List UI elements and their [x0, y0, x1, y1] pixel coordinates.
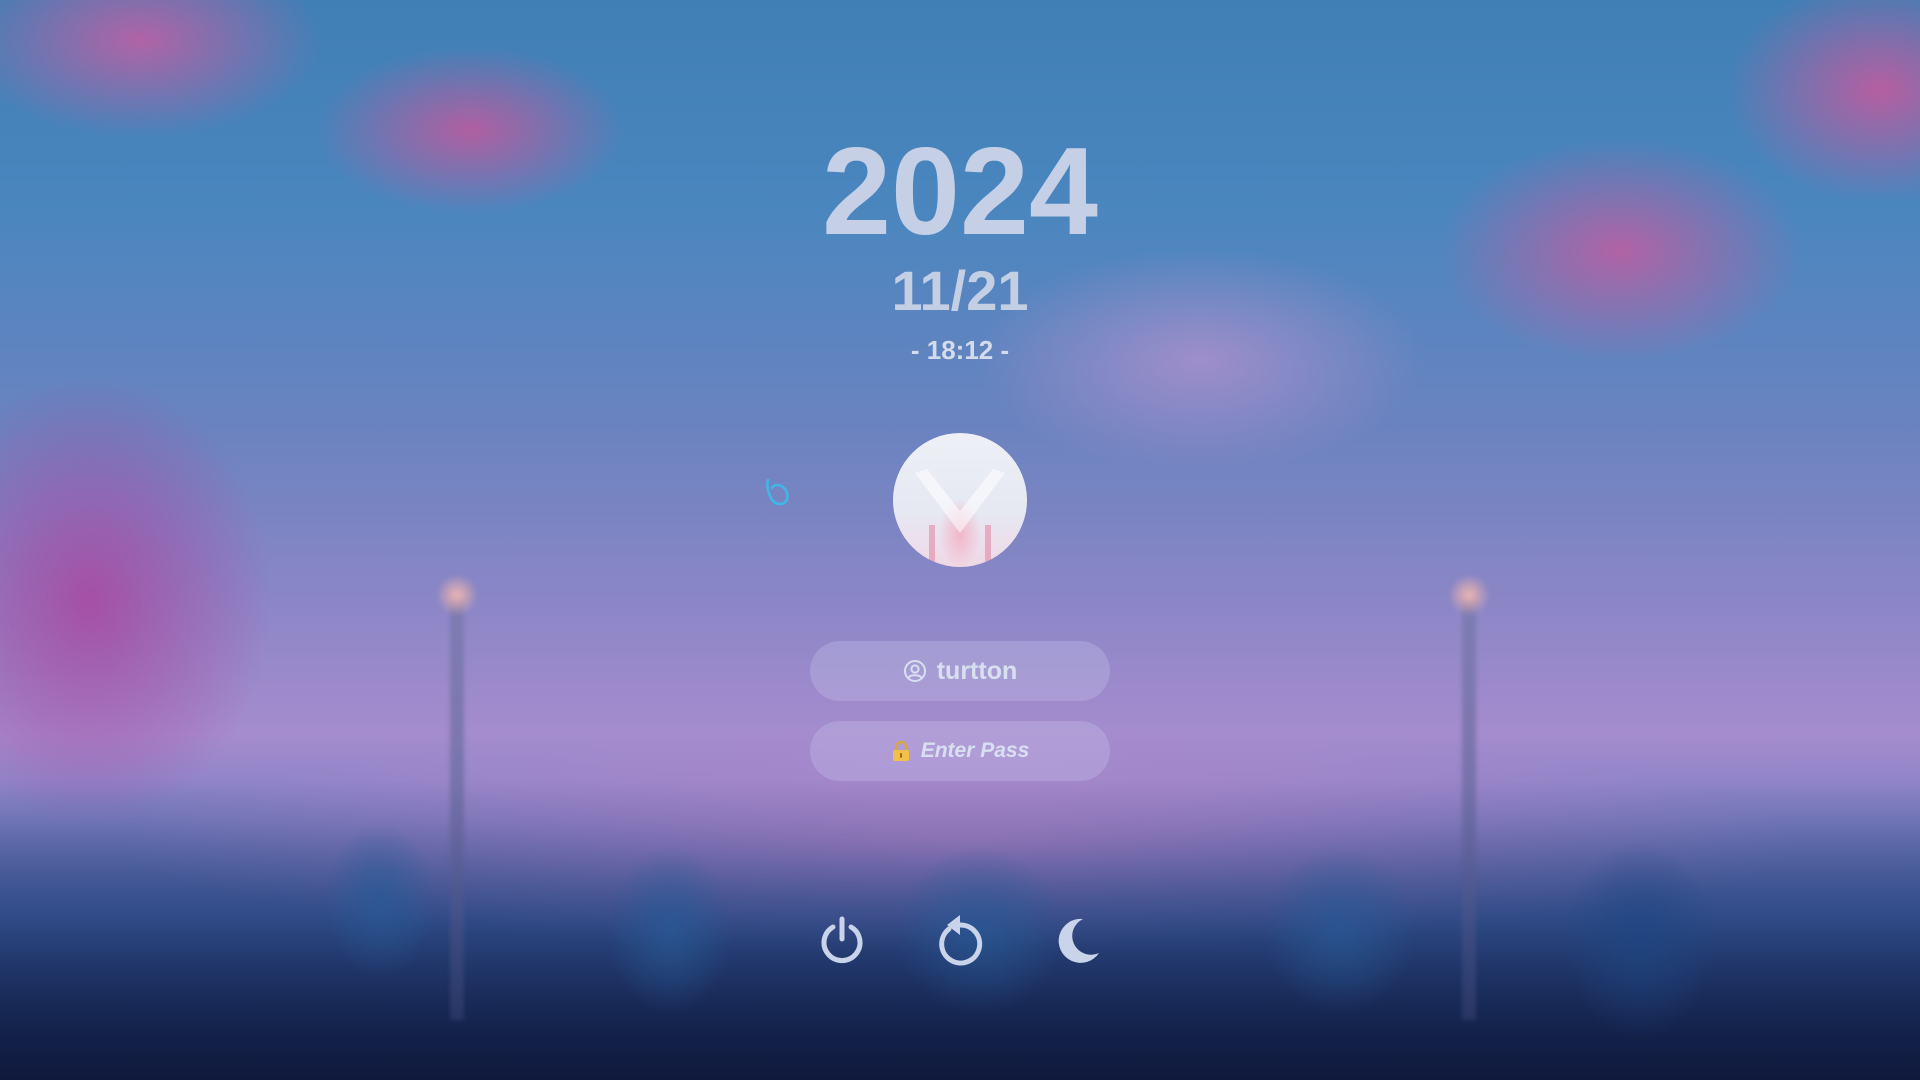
mouse-cursor: [762, 476, 792, 515]
password-field[interactable]: Enter Pass: [810, 721, 1110, 781]
username-label: turtton: [936, 656, 1018, 685]
username-field[interactable]: turtton: [810, 641, 1110, 701]
reboot-button[interactable]: [935, 912, 985, 968]
suspend-button[interactable]: [1053, 912, 1103, 968]
lock-icon: [891, 740, 911, 762]
user-circle-icon: [903, 659, 927, 683]
lock-screen: 2024 11/21 - 18:12 - turtton Enter Pass: [0, 0, 1920, 1080]
password-placeholder: Enter Pass: [920, 739, 1030, 762]
user-avatar: [893, 433, 1027, 567]
power-icon: [821, 916, 863, 964]
reboot-icon: [939, 915, 983, 966]
clock-year: 2024: [822, 123, 1098, 261]
avatar-image: [915, 469, 1005, 567]
moon-icon: [1058, 918, 1099, 963]
clock-date: 11/21: [891, 259, 1029, 322]
clock-time: - 18:12 -: [910, 335, 1010, 365]
power-actions: [0, 912, 1920, 968]
shutdown-button[interactable]: [817, 912, 867, 968]
